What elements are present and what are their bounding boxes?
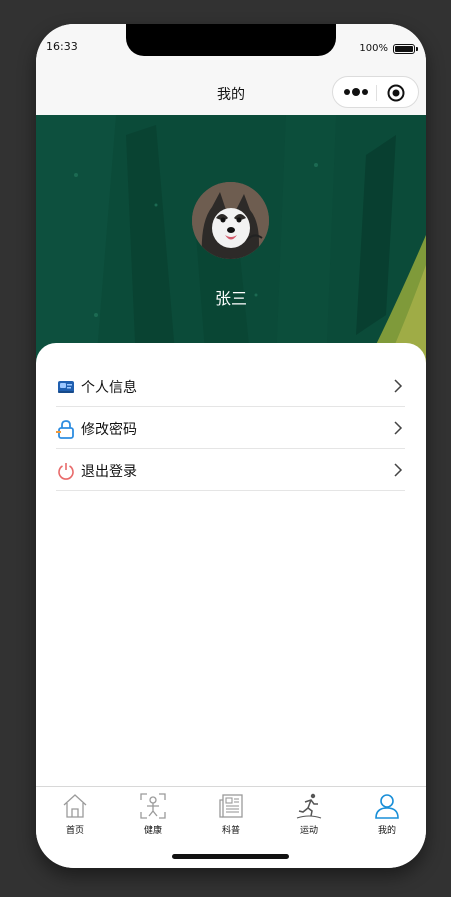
- user-icon: [375, 794, 399, 819]
- scan-person-icon: [140, 793, 166, 819]
- chevron-right-icon: [394, 463, 403, 477]
- husky-avatar-image: [192, 182, 269, 259]
- chevron-right-icon: [394, 379, 403, 393]
- tab-health[interactable]: 健康: [114, 787, 192, 842]
- capsule-divider: [376, 85, 377, 101]
- tab-sport[interactable]: 运动: [270, 787, 348, 842]
- home-indicator: [172, 854, 289, 859]
- menu-item-logout[interactable]: 退出登录: [56, 449, 405, 491]
- home-icon: [63, 794, 87, 818]
- user-name: 张三: [214, 289, 247, 308]
- runner-icon: [296, 793, 322, 819]
- menu-label-profile: 个人信息: [81, 380, 137, 396]
- chevron-right-icon: [394, 421, 403, 435]
- newspaper-icon: [219, 794, 243, 818]
- tab-home[interactable]: 首页: [36, 787, 114, 842]
- phone-frame: 16:33 100% 我的 张三 个人信息 修改密码 退出登录 首页 健康 科普…: [36, 24, 426, 868]
- lock-icon: [56, 420, 74, 439]
- notch: [126, 24, 336, 56]
- nav-bar: 我的: [36, 70, 426, 115]
- tab-science[interactable]: 科普: [192, 787, 270, 842]
- menu-card: 个人信息 修改密码 退出登录: [36, 343, 426, 787]
- tab-label-mine: 我的: [377, 826, 396, 836]
- menu-item-profile[interactable]: 个人信息: [56, 365, 405, 407]
- id-card-icon: [58, 381, 74, 393]
- tab-label-home: 首页: [65, 826, 84, 836]
- battery-percent: 100%: [359, 43, 388, 54]
- tab-label-science: 科普: [221, 826, 240, 836]
- menu-label-change-password: 修改密码: [81, 422, 137, 438]
- menu-item-change-password[interactable]: 修改密码: [56, 407, 405, 449]
- tab-label-health: 健康: [143, 826, 162, 836]
- menu-label-logout: 退出登录: [81, 464, 137, 480]
- more-icon[interactable]: [343, 85, 369, 99]
- close-mini-program-icon[interactable]: [386, 83, 406, 103]
- mini-program-capsule: [332, 76, 419, 108]
- tab-mine[interactable]: 我的: [348, 787, 426, 842]
- battery-icon: [393, 44, 415, 54]
- status-time: 16:33: [46, 40, 78, 53]
- power-icon: [58, 463, 74, 480]
- avatar[interactable]: [192, 182, 269, 259]
- tab-label-sport: 运动: [299, 826, 318, 836]
- profile-banner: 张三: [36, 115, 426, 365]
- battery-tip: [416, 47, 418, 51]
